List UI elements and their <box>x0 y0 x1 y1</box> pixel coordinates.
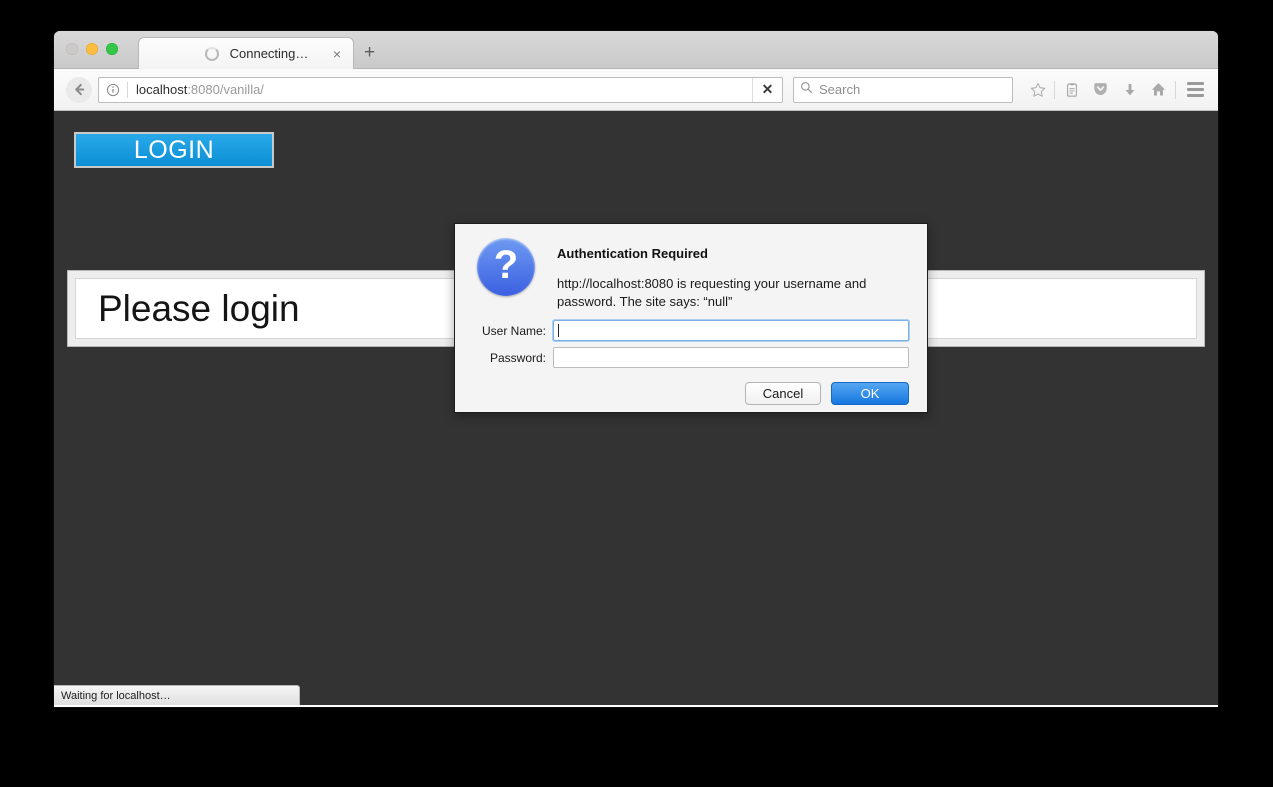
browser-tab[interactable]: Connecting… × <box>138 37 354 69</box>
page-content: LOGIN Please login ? Authentication Requ… <box>54 111 1218 705</box>
dialog-message: http://localhost:8080 is requesting your… <box>557 276 867 309</box>
back-arrow-icon <box>72 82 87 97</box>
burger-line-3 <box>1186 94 1204 97</box>
login-button[interactable]: LOGIN <box>74 132 274 168</box>
url-bar[interactable]: localhost:8080/vanilla/ ✕ <box>98 76 783 103</box>
password-input[interactable] <box>553 347 909 369</box>
back-button[interactable] <box>66 76 92 103</box>
page-title: Please login <box>98 287 300 329</box>
pocket-shield-icon[interactable] <box>1086 77 1115 103</box>
search-input[interactable]: Search <box>819 82 860 97</box>
password-row: Password: <box>473 347 909 369</box>
dialog-header: ? Authentication Required http://localho… <box>455 224 927 310</box>
new-tab-button[interactable]: + <box>364 43 375 62</box>
status-bar: Waiting for localhost… <box>54 685 300 705</box>
tab-title: Connecting… <box>229 46 309 61</box>
password-label: Password: <box>489 350 546 365</box>
minimize-window-button[interactable] <box>86 43 98 55</box>
text-caret <box>558 324 559 338</box>
browser-window: Connecting… × + localhost:8080/vanilla/ … <box>54 31 1218 707</box>
info-circle-icon[interactable] <box>99 83 127 97</box>
dialog-buttons: Cancel OK <box>455 374 927 406</box>
home-icon[interactable] <box>1144 77 1173 103</box>
download-arrow-icon[interactable] <box>1115 77 1144 103</box>
url-path: :8080/vanilla/ <box>187 82 264 97</box>
reader-list-icon[interactable] <box>1057 77 1086 103</box>
search-bar[interactable]: Search <box>793 76 1013 103</box>
window-controls <box>66 43 118 55</box>
toolbar-divider-2 <box>1175 80 1176 99</box>
close-window-button[interactable] <box>66 43 78 55</box>
maximize-window-button[interactable] <box>106 43 118 55</box>
stop-loading-button[interactable]: ✕ <box>752 77 782 102</box>
bookmark-star-icon[interactable] <box>1023 77 1052 103</box>
tab-strip: Connecting… × + <box>54 31 1218 69</box>
url-text[interactable]: localhost:8080/vanilla/ <box>128 82 752 97</box>
burger-line-2 <box>1186 88 1204 91</box>
close-tab-icon[interactable]: × <box>329 47 345 61</box>
search-icon <box>800 81 813 99</box>
cancel-button[interactable]: Cancel <box>745 382 821 406</box>
username-input[interactable] <box>553 320 909 342</box>
dialog-fields: User Name: Password: <box>455 310 927 369</box>
url-host: localhost <box>136 82 188 97</box>
ok-button[interactable]: OK <box>831 382 909 406</box>
toolbar-divider <box>1054 80 1055 99</box>
question-mark-icon: ? <box>477 238 535 296</box>
username-label: User Name: <box>481 323 546 338</box>
burger-line-1 <box>1186 82 1204 85</box>
dialog-title: Authentication Required <box>557 246 708 261</box>
dialog-text: Authentication Required http://localhost… <box>557 238 902 310</box>
navigation-toolbar: localhost:8080/vanilla/ ✕ Search <box>54 69 1218 111</box>
toolbar-icons <box>1023 77 1212 103</box>
authentication-dialog: ? Authentication Required http://localho… <box>454 223 928 413</box>
username-row: User Name: <box>473 320 909 342</box>
hamburger-menu-icon[interactable] <box>1178 77 1212 103</box>
